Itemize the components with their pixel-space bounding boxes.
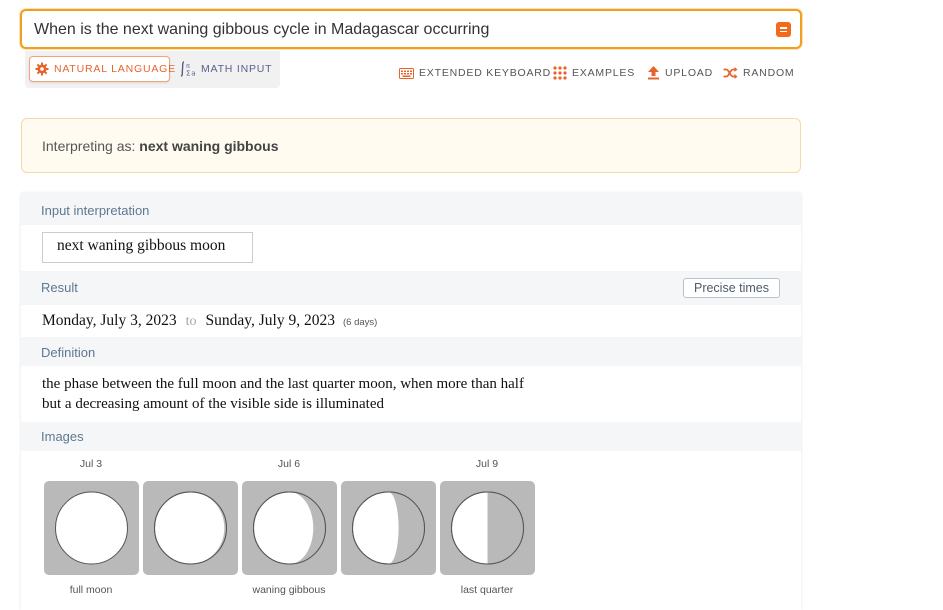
moon-phase-svg [253, 491, 326, 565]
definition-line-2: but a decreasing amount of the visible s… [42, 396, 385, 412]
upload-arrow-icon [647, 66, 660, 80]
moon-phase-svg [154, 491, 227, 565]
random-label: RANDOM [743, 67, 795, 79]
moon-shadow [487, 492, 524, 564]
moon-phase-label: last quarter [460, 584, 514, 596]
upload-button[interactable]: UPLOAD [647, 64, 713, 82]
examples-button[interactable]: EXAMPLES [553, 64, 635, 82]
natural-language-button[interactable]: NATURAL LANGUAGE [29, 56, 175, 82]
svg-text:Σa: Σa [186, 70, 196, 78]
interpretation-prefix: Interpreting as: [42, 138, 140, 154]
moon-phase-image [44, 481, 139, 575]
keyboard-icon [399, 67, 414, 79]
math-input-button[interactable]: π Σa MATH INPUT [180, 56, 272, 82]
input-interpretation-value: next waning gibbous moon [57, 237, 226, 254]
precise-times-button[interactable]: Precise times [683, 278, 780, 298]
grid-dots-icon [553, 66, 567, 80]
result-end-date: Sunday, July 9, 2023 [205, 312, 335, 329]
examples-label: EXAMPLES [572, 67, 636, 79]
search-input[interactable]: When is the next waning gibbous cycle in… [20, 9, 802, 49]
moon-phase-image [242, 481, 337, 575]
input-interpretation-title: Input interpretation [41, 203, 150, 218]
results-panel: Input interpretation next waning gibbous… [21, 193, 801, 610]
moon-phase-svg [55, 491, 128, 565]
interpretation-value: next waning gibbous [139, 138, 279, 154]
input-interpretation-header: Input interpretation [21, 193, 801, 225]
images-header: Images [21, 422, 801, 451]
definition-text: the phase between the full moon and the … [42, 374, 602, 414]
moon-phase-image [143, 481, 238, 575]
definition-line-1: the phase between the full moon and the … [42, 376, 524, 392]
moon-phase-image [341, 481, 436, 575]
upload-label: UPLOAD [665, 67, 713, 79]
extended-keyboard-button[interactable]: EXTENDED KEYBOARD [399, 64, 551, 82]
moon-disk [55, 491, 128, 565]
result-title: Result [41, 280, 78, 295]
math-symbol-icon: π Σa [180, 61, 196, 77]
moon-date-label: Jul 9 [475, 458, 499, 470]
definition-header: Definition [21, 337, 801, 366]
math-input-label: MATH INPUT [201, 63, 273, 75]
result-start-date: Monday, July 3, 2023 [42, 312, 177, 329]
moon-phase-image [440, 481, 535, 575]
compute-button[interactable] [776, 22, 791, 37]
interpretation-text: Interpreting as: next waning gibbous [42, 138, 279, 154]
random-button[interactable]: RANDOM [723, 64, 794, 82]
moon-phase-label: full moon [69, 584, 113, 596]
definition-title: Definition [41, 345, 96, 360]
moon-date-label: Jul 3 [79, 458, 103, 470]
extended-keyboard-label: EXTENDED KEYBOARD [419, 67, 552, 79]
moon-phase-svg [451, 491, 524, 565]
interpretation-banner: Interpreting as: next waning gibbous [21, 118, 801, 173]
moon-date-label: Jul 6 [277, 458, 301, 470]
moon-phase-label: waning gibbous [252, 584, 326, 596]
gear-icon [35, 62, 49, 76]
result-duration: (6 days) [342, 317, 378, 328]
result-value: Monday, July 3, 2023 to Sunday, July 9, … [42, 312, 377, 330]
input-interpretation-box: next waning gibbous moon [42, 232, 253, 263]
moon-phase-svg [352, 491, 425, 565]
input-mode-toggle: NATURAL LANGUAGE π Σa MATH INPUT [25, 51, 280, 88]
search-query-text: When is the next waning gibbous cycle in… [34, 21, 490, 38]
natural-language-label: NATURAL LANGUAGE [54, 63, 176, 75]
shuffle-icon [723, 67, 738, 79]
images-title: Images [41, 429, 84, 444]
result-to-word: to [185, 314, 197, 329]
